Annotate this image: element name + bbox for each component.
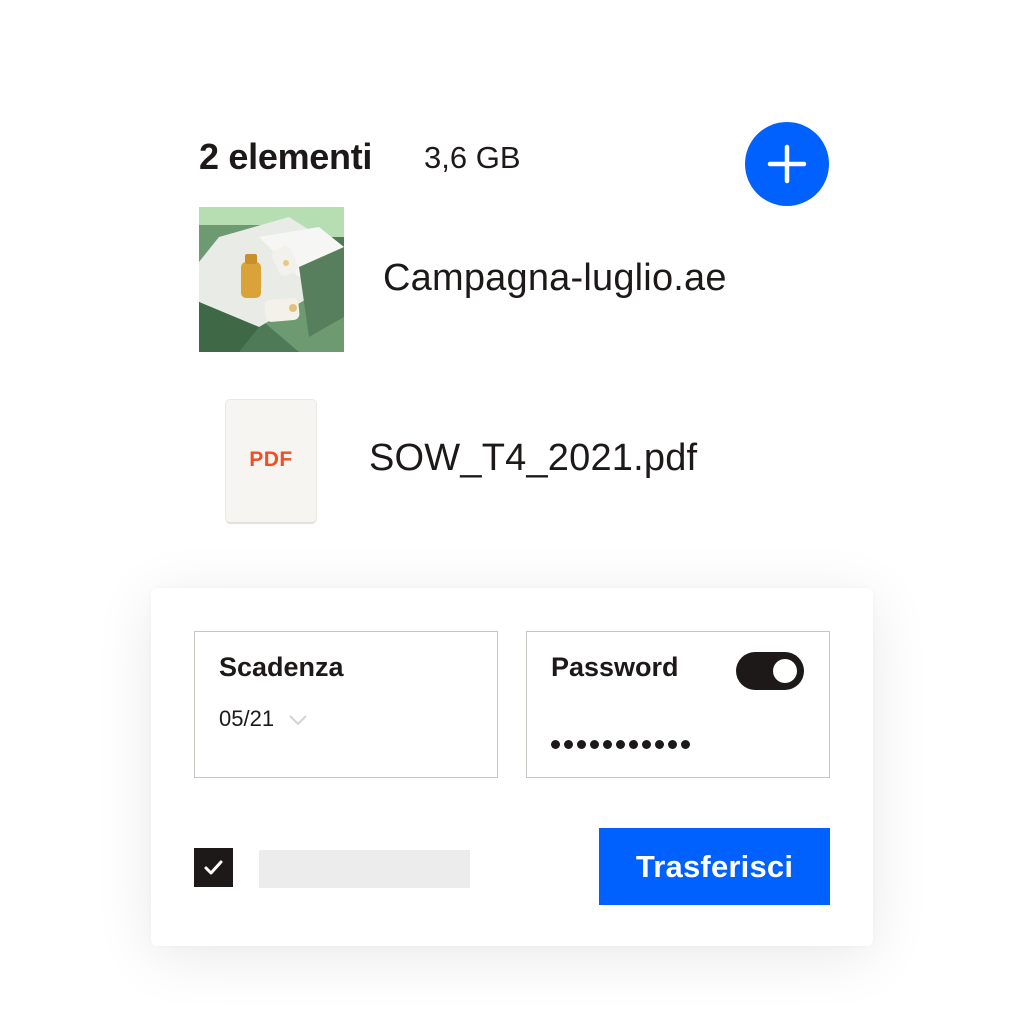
expiry-dropdown[interactable]: 05/21 <box>219 706 308 732</box>
password-dot <box>577 740 586 749</box>
checkmark-icon <box>204 860 223 875</box>
item-count: 2 elementi <box>199 136 373 177</box>
password-dot <box>551 740 560 749</box>
password-dot <box>564 740 573 749</box>
add-files-button[interactable] <box>745 122 829 206</box>
toggle-knob <box>773 659 797 683</box>
campaign-thumbnail-image <box>199 207 344 352</box>
password-dot <box>603 740 612 749</box>
password-dot <box>590 740 599 749</box>
expiry-field[interactable]: Scadenza 05/21 <box>194 631 498 778</box>
plus-icon <box>767 144 807 184</box>
transfer-button[interactable]: Trasferisci <box>599 828 830 905</box>
chevron-down-icon <box>289 715 307 726</box>
password-dot <box>668 740 677 749</box>
pdf-file-icon[interactable]: PDF <box>226 400 316 522</box>
transfer-screen: 2 elementi 3,6 GB Campagna-luglio.ae PDF… <box>0 0 1024 1024</box>
agree-checkbox[interactable] <box>194 848 233 887</box>
expiry-label: Scadenza <box>219 652 344 682</box>
password-dot <box>642 740 651 749</box>
password-masked-value[interactable] <box>551 740 690 750</box>
password-field[interactable]: Password <box>526 631 830 778</box>
password-dot <box>629 740 638 749</box>
image-thumbnail[interactable] <box>199 207 344 352</box>
password-toggle[interactable] <box>736 652 804 690</box>
password-dot <box>616 740 625 749</box>
password-label: Password <box>551 652 679 682</box>
file-name[interactable]: SOW_T4_2021.pdf <box>369 437 697 480</box>
file-name[interactable]: Campagna-luglio.ae <box>383 257 727 300</box>
password-dot <box>681 740 690 749</box>
password-dot <box>655 740 664 749</box>
pdf-badge: PDF <box>249 448 293 471</box>
transfer-settings-panel: Scadenza 05/21 Password Trasferisci <box>151 588 873 946</box>
total-size: 3,6 GB <box>424 140 521 175</box>
expiry-value: 05/21 <box>219 706 275 731</box>
terms-text-placeholder <box>259 850 470 888</box>
